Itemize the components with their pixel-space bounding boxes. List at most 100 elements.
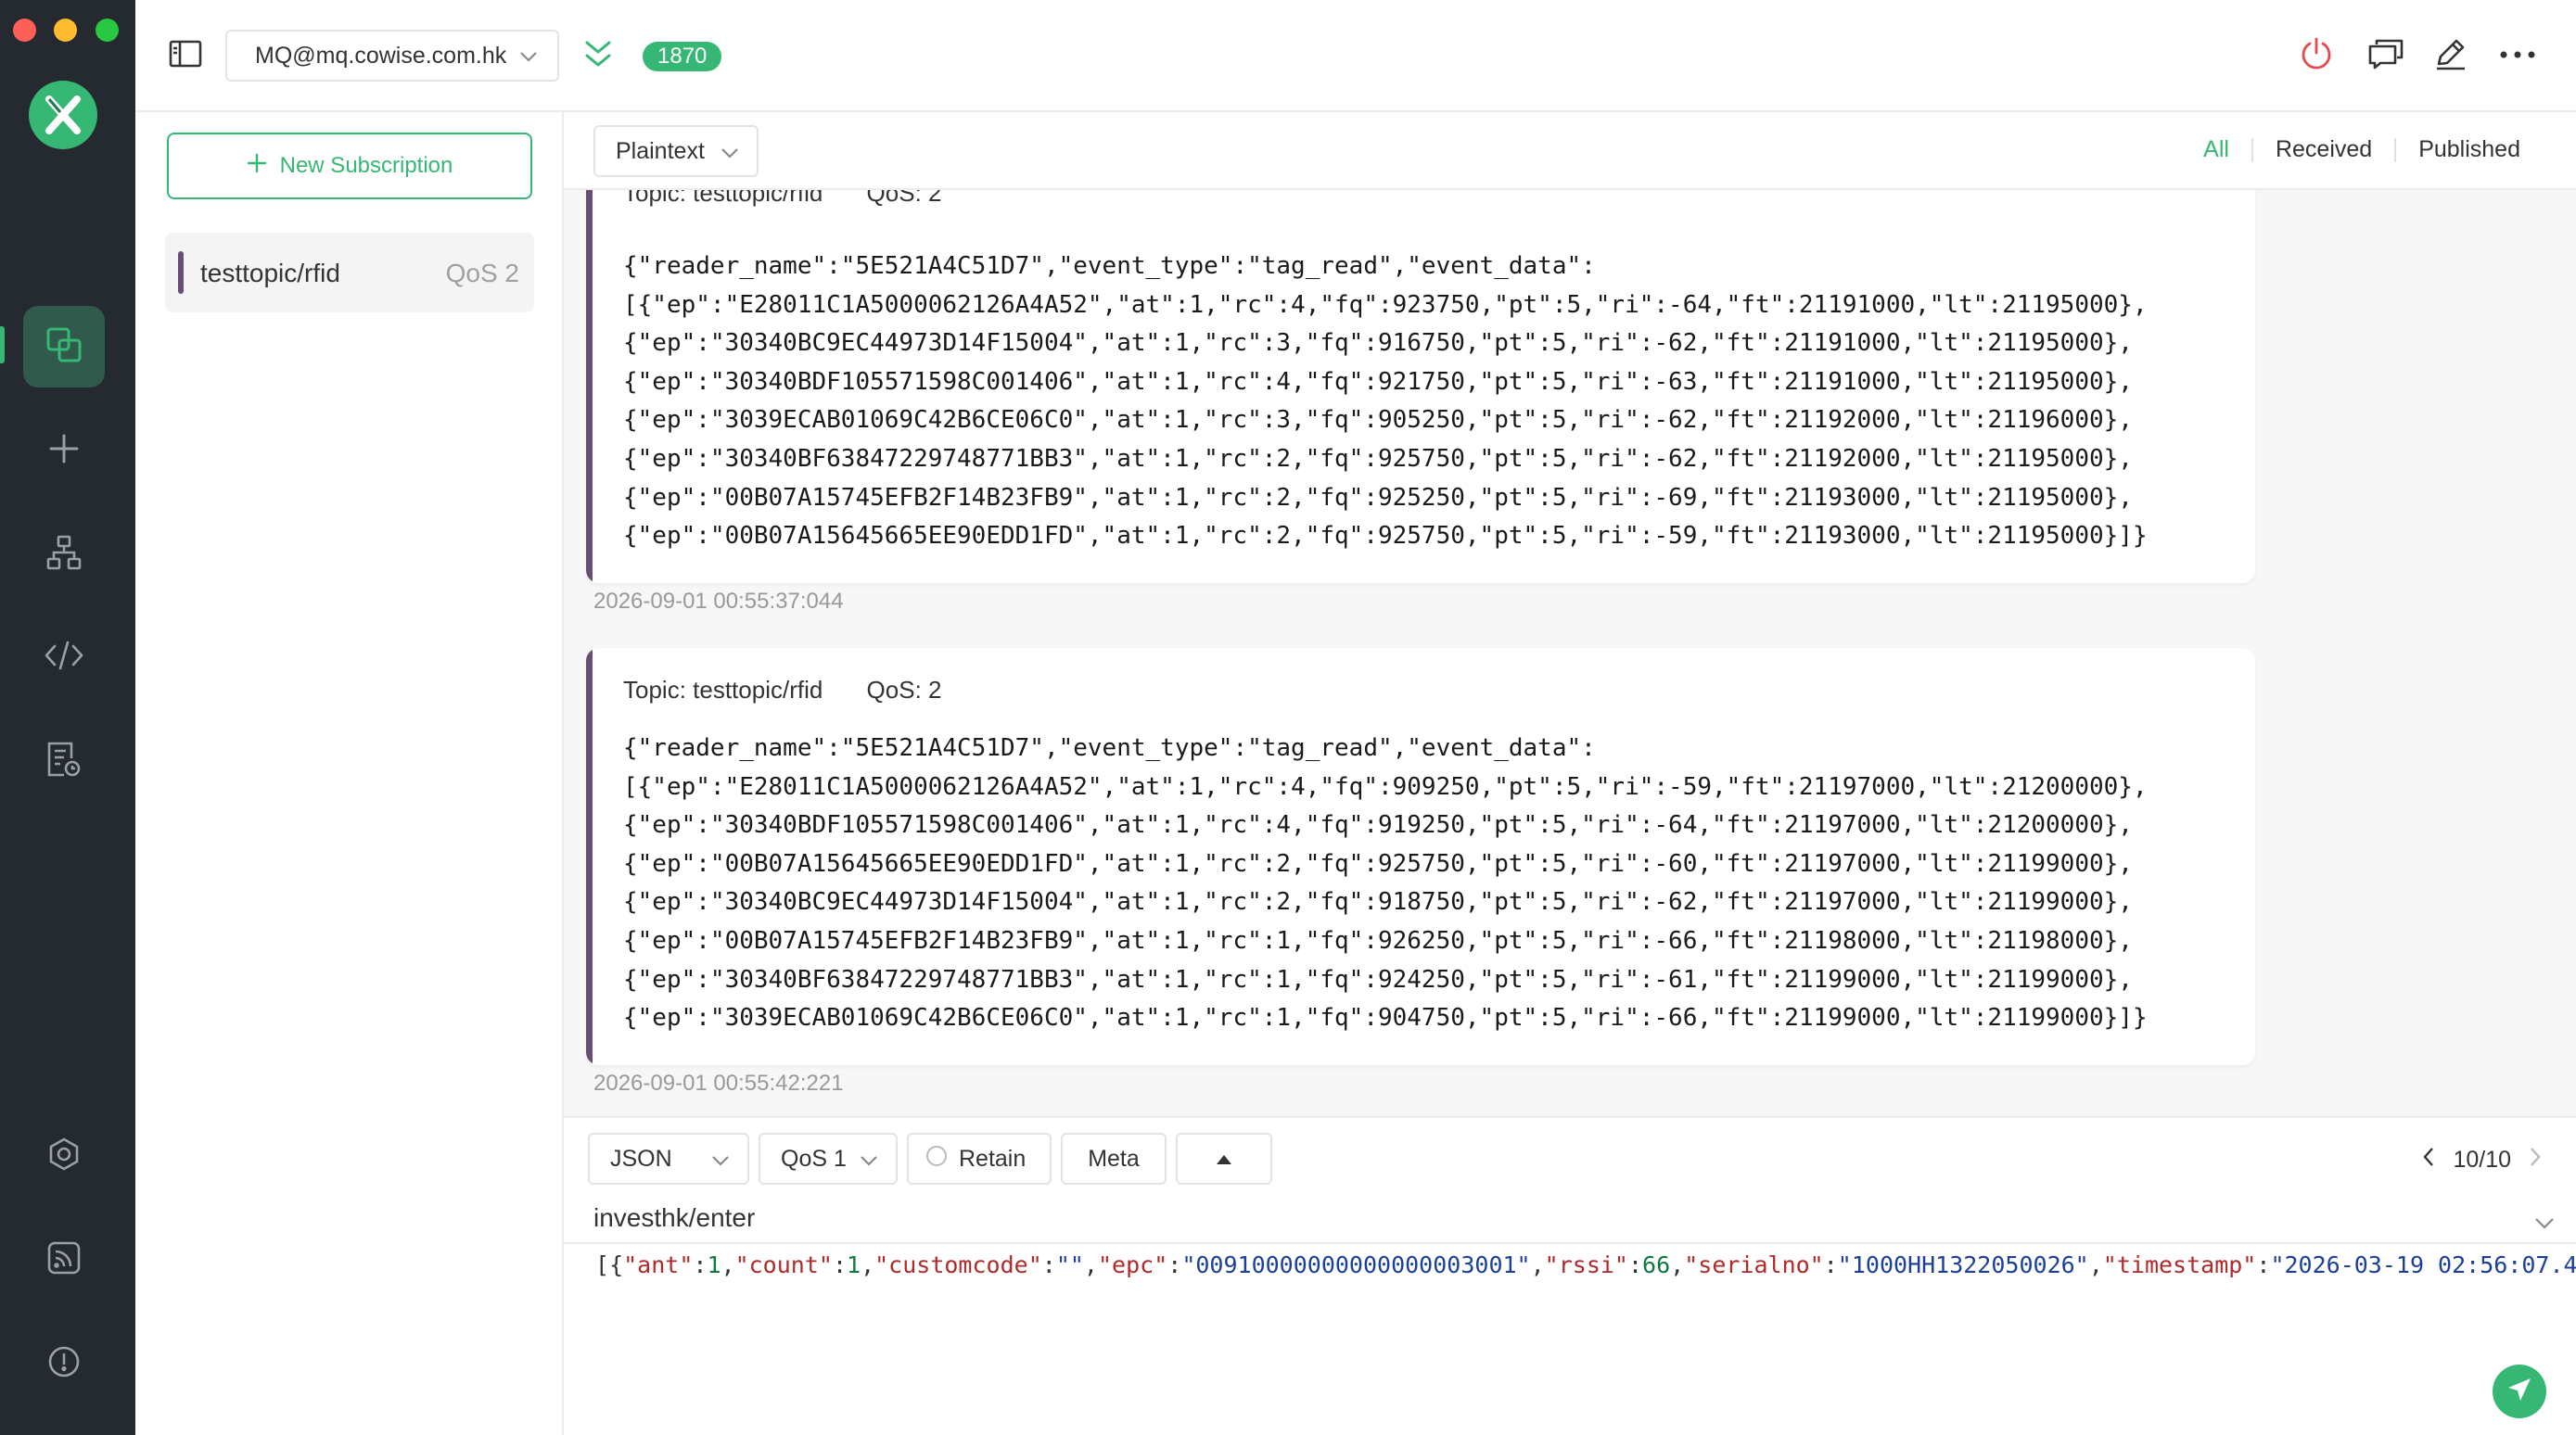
publish-payload-editor[interactable]: [{"ant":1,"count":1,"customcode":"","epc… <box>595 1244 2576 1287</box>
subscription-item[interactable]: testtopic/rfid QoS 2 <box>165 233 534 312</box>
message-card[interactable]: Topic: testtopic/rfid QoS: 2 {"reader_na… <box>586 153 2255 583</box>
json-punctuation: : <box>832 1251 847 1278</box>
json-string: "2026-03-19 02:56:07.478" <box>2270 1251 2576 1278</box>
filter-tab-published[interactable]: Published <box>2396 136 2543 163</box>
message-color-bar <box>586 153 593 583</box>
send-icon <box>2506 1376 2533 1408</box>
publish-topic-input[interactable]: investhk/enter <box>593 1203 755 1233</box>
json-punctuation: , <box>2088 1251 2103 1278</box>
json-key: "rssi" <box>1544 1251 1628 1278</box>
nav-feed-button[interactable] <box>23 1219 105 1301</box>
nav-script-button[interactable] <box>23 616 105 698</box>
toggle-sidebar-button[interactable] <box>167 37 204 74</box>
window-close-button[interactable] <box>13 19 36 42</box>
subscription-color-bar <box>178 251 184 294</box>
json-punctuation: [ <box>595 1251 610 1278</box>
chat-windows-icon <box>2367 37 2404 75</box>
more-icon <box>2499 47 2536 64</box>
subscriptions-panel: New Subscription testtopic/rfid QoS 2 <box>135 112 564 1435</box>
json-string: "00910000000000000003001" <box>1181 1251 1531 1278</box>
script-icon <box>44 637 84 679</box>
feed-icon <box>46 1240 82 1280</box>
meta-button[interactable]: Meta <box>1061 1133 1167 1185</box>
new-subscription-button[interactable]: New Subscription <box>167 133 532 199</box>
chevron-down-icon <box>518 46 539 73</box>
filter-tab-received[interactable]: Received <box>2253 136 2394 163</box>
pager-next-icon[interactable] <box>2528 1146 2543 1175</box>
connection-select[interactable]: MQ@mq.cowise.com.hk <box>225 30 559 82</box>
json-key: "serialno" <box>1684 1251 1824 1278</box>
message-meta: Topic: testtopic/rfid QoS: 2 <box>623 676 941 705</box>
retain-toggle[interactable]: Retain <box>907 1133 1052 1185</box>
connections-icon <box>45 326 83 368</box>
nav-log-button[interactable] <box>23 720 105 802</box>
message-color-bar <box>586 648 593 1065</box>
publish-area: JSON QoS 1 Retain Meta 10/10 investhk/en… <box>564 1116 2576 1435</box>
retain-label: Retain <box>959 1145 1027 1172</box>
send-message-button[interactable] <box>2493 1365 2546 1418</box>
power-icon <box>2299 36 2334 76</box>
message-count-badge: 1870 <box>643 42 722 71</box>
json-punctuation: : <box>1823 1251 1838 1278</box>
message-toolbar: Plaintext All Received Published <box>564 112 2576 190</box>
json-string: "" <box>1055 1251 1084 1278</box>
publish-format-select[interactable]: JSON <box>588 1133 749 1185</box>
payload-format-select[interactable]: Plaintext <box>593 125 759 177</box>
radio-circle-icon <box>925 1145 948 1174</box>
nav-new-connection-button[interactable] <box>23 410 105 491</box>
json-punctuation: , <box>1083 1251 1098 1278</box>
pager-prev-icon[interactable] <box>2421 1146 2436 1175</box>
nav-active-indicator <box>0 326 5 363</box>
json-key: "epc" <box>1097 1251 1168 1278</box>
message-timestamp: 2026-09-01 00:55:37:044 <box>593 589 844 614</box>
json-key: "ant" <box>623 1251 694 1278</box>
json-number: 1 <box>707 1251 721 1278</box>
json-key: "count" <box>734 1251 833 1278</box>
log-icon <box>45 740 83 783</box>
message-topic: Topic: testtopic/rfid <box>623 676 823 704</box>
expand-publish-button[interactable] <box>1176 1133 1272 1185</box>
topic-history-chevron-icon[interactable] <box>2533 1213 2556 1238</box>
nav-topology-button[interactable] <box>23 514 105 595</box>
json-punctuation: , <box>1530 1251 1545 1278</box>
new-window-button[interactable] <box>2366 35 2406 76</box>
add-icon <box>47 432 81 470</box>
nav-connections-button[interactable] <box>23 306 105 387</box>
chevron-down-icon <box>859 1150 879 1177</box>
filter-tab-all[interactable]: All <box>2181 136 2251 163</box>
edit-connection-button[interactable] <box>2430 35 2471 76</box>
left-navigation <box>0 0 135 1435</box>
window-maximize-button[interactable] <box>96 19 119 42</box>
about-icon <box>47 1345 81 1383</box>
nav-settings-button[interactable] <box>23 1115 105 1197</box>
caret-up-icon <box>1215 1146 1233 1173</box>
json-number: 1 <box>847 1251 861 1278</box>
json-punctuation: : <box>2256 1251 2271 1278</box>
topology-icon <box>45 534 83 576</box>
json-punctuation: { <box>609 1251 624 1278</box>
message-payload: {"reader_name":"5E521A4C51D7","event_typ… <box>623 252 2148 551</box>
message-list-area[interactable]: Plaintext All Received Published Topic: … <box>564 112 2576 1116</box>
message-qos: QoS: 2 <box>866 676 942 704</box>
json-punctuation: , <box>721 1251 735 1278</box>
app-logo-icon <box>29 81 97 149</box>
connection-name: MQ@mq.cowise.com.hk <box>255 42 507 69</box>
new-subscription-label: New Subscription <box>279 153 453 178</box>
window-minimize-button[interactable] <box>54 19 77 42</box>
payload-format-value: Plaintext <box>616 137 705 164</box>
publish-qos-select[interactable]: QoS 1 <box>759 1133 898 1185</box>
more-options-button[interactable] <box>2497 35 2538 76</box>
nav-about-button[interactable] <box>23 1323 105 1404</box>
disconnect-button[interactable] <box>2296 35 2337 76</box>
chevron-down-icon <box>720 143 740 170</box>
chevron-down-icon <box>710 1150 731 1177</box>
publish-qos-value: QoS 1 <box>781 1145 847 1172</box>
sidebar-toggle-icon <box>169 40 202 72</box>
mqttx-app-window: MQ@mq.cowise.com.hk 1870 New Subscriptio… <box>0 0 2576 1435</box>
message-card[interactable]: Topic: testtopic/rfid QoS: 2 {"reader_na… <box>586 648 2255 1065</box>
json-number: 66 <box>1642 1251 1671 1278</box>
history-pager: 10/10 <box>2421 1146 2543 1175</box>
collapse-messages-icon[interactable] <box>584 39 612 75</box>
subscription-qos: QoS 2 <box>445 259 519 287</box>
plus-icon <box>247 153 267 180</box>
